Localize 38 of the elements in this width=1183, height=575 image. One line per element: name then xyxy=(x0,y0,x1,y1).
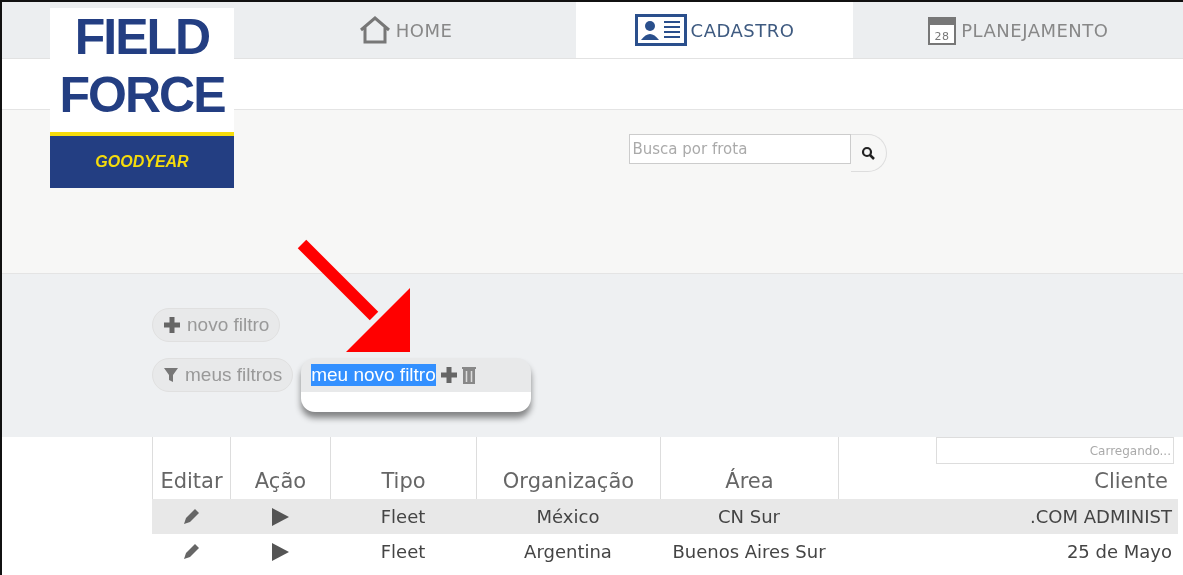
table-cell: Buenos Aires Sur xyxy=(672,541,826,562)
logo-text: FIELD xyxy=(73,8,211,66)
table-cell: México xyxy=(536,506,600,527)
search-button[interactable] xyxy=(850,134,887,172)
table-cell: Fleet xyxy=(380,541,426,562)
search-field[interactable]: Busca por frota xyxy=(628,134,851,164)
play-icon[interactable] xyxy=(270,506,290,527)
new-filter-button[interactable]: novo filtro xyxy=(152,308,281,342)
column-header: Tipo xyxy=(381,469,426,493)
logo-text: FORCE xyxy=(58,66,226,124)
funnel-icon xyxy=(163,367,179,383)
table-row[interactable]: Fleet México CN Sur .COM ADMINIST xyxy=(152,499,1178,534)
brand-text: GOODYEAR xyxy=(95,153,189,171)
table-cell: .COM ADMINIST xyxy=(1030,506,1172,527)
id-card-icon xyxy=(634,14,687,46)
plus-icon xyxy=(163,316,181,334)
table-filter-field[interactable]: Carregando... xyxy=(936,437,1174,464)
column-header: Organização xyxy=(502,469,635,493)
home-icon xyxy=(357,15,392,45)
table-cell: Fleet xyxy=(380,506,426,527)
plus-icon[interactable] xyxy=(439,366,458,384)
table-cell: 25 de Mayo xyxy=(1066,541,1172,562)
trash-icon[interactable] xyxy=(461,366,476,384)
column-header: Área xyxy=(725,469,774,493)
column-header: Editar xyxy=(160,469,223,493)
filter-name-editor[interactable]: meu novo filtro xyxy=(301,358,532,412)
table-cell: CN Sur xyxy=(718,506,780,527)
column-header: Cliente xyxy=(1094,469,1168,493)
pencil-icon[interactable] xyxy=(181,541,201,562)
filter-name-text: meu novo filtro xyxy=(311,364,436,386)
calendar-icon: 28 xyxy=(927,14,958,46)
search-icon xyxy=(861,146,875,160)
column-header: Ação xyxy=(254,469,307,493)
nav-tab[interactable]: CADASTRO xyxy=(576,2,853,58)
my-filters-button[interactable]: meus filtros xyxy=(152,358,294,392)
play-icon[interactable] xyxy=(270,541,290,562)
table-cell: Argentina xyxy=(524,541,612,562)
pencil-icon[interactable] xyxy=(181,506,201,527)
